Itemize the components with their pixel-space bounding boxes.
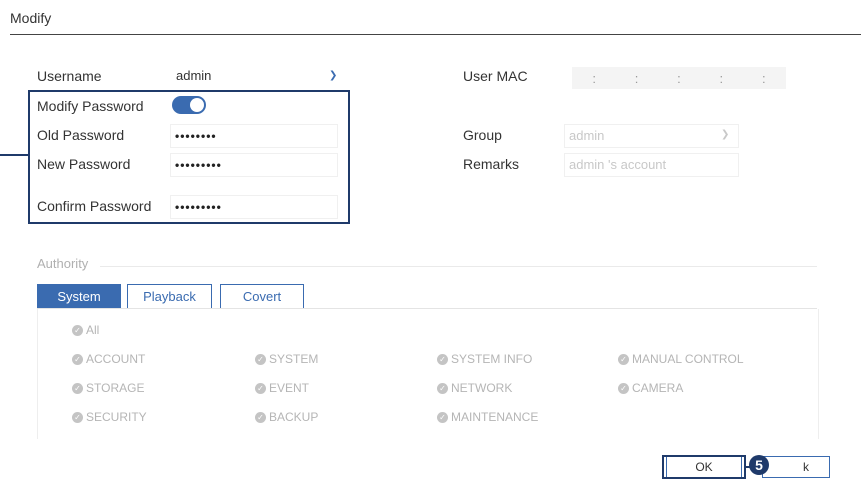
modify-password-toggle[interactable] — [172, 96, 206, 114]
check-icon: ✓ — [618, 353, 629, 365]
mac-separator: : — [719, 70, 724, 86]
perm-backup[interactable]: ✓ BACKUP — [255, 410, 318, 424]
perm-label: EVENT — [269, 381, 310, 395]
perm-maintenance[interactable]: ✓ MAINTENANCE — [437, 410, 538, 424]
remarks-label: Remarks — [463, 156, 520, 172]
perm-camera[interactable]: ✓ CAMERA — [618, 381, 683, 395]
mac-separator: : — [677, 70, 681, 86]
check-icon: ✓ — [72, 411, 83, 423]
toggle-knob — [190, 98, 204, 112]
perm-label: SYSTEM INFO — [451, 352, 533, 366]
new-password-field[interactable]: ••••••••• — [170, 153, 338, 177]
check-icon: ✓ — [72, 353, 83, 365]
tab-playback[interactable]: Playback — [127, 284, 212, 309]
back-label: k — [803, 460, 809, 474]
check-icon: ✓ — [72, 324, 83, 336]
check-icon: ✓ — [72, 382, 83, 394]
modify-dialog: Modify Username admin ❯ Modify Password … — [0, 0, 861, 479]
user-mac-label: User MAC — [463, 68, 528, 84]
callout-line — [0, 154, 29, 156]
confirm-password-field[interactable]: ••••••••• — [170, 195, 338, 219]
check-icon: ✓ — [437, 382, 448, 394]
step-badge: 5 — [749, 455, 769, 475]
perm-label: CAMERA — [632, 381, 684, 395]
username-select[interactable]: admin — [176, 68, 211, 83]
old-password-field[interactable]: •••••••• — [170, 124, 338, 148]
perm-label: ACCOUNT — [86, 352, 146, 366]
perm-all[interactable]: ✓ All — [72, 323, 99, 337]
perm-network[interactable]: ✓ NETWORK — [437, 381, 512, 395]
perm-event[interactable]: ✓ EVENT — [255, 381, 309, 395]
username-label: Username — [37, 68, 102, 84]
user-mac-field[interactable]: : : : : : — [572, 67, 786, 89]
permissions-panel — [37, 309, 819, 439]
dialog-title: Modify — [10, 10, 52, 26]
ok-callout-box — [662, 455, 746, 479]
perm-label: MANUAL CONTROL — [632, 352, 744, 366]
group-select[interactable]: admin — [564, 124, 739, 148]
group-label: Group — [463, 127, 502, 143]
mac-separator: : — [592, 70, 596, 86]
perm-label: SECURITY — [86, 410, 147, 424]
perm-label: STORAGE — [86, 381, 145, 395]
tab-system[interactable]: System — [37, 284, 121, 309]
mac-separator: : — [634, 70, 639, 86]
check-icon: ✓ — [255, 411, 266, 423]
perm-system[interactable]: ✓ SYSTEM — [255, 352, 318, 366]
modify-password-label: Modify Password — [37, 98, 144, 114]
tab-covert[interactable]: Covert — [220, 284, 304, 309]
perm-label: BACKUP — [269, 410, 319, 424]
perm-label: NETWORK — [451, 381, 513, 395]
confirm-password-label: Confirm Password — [37, 198, 152, 214]
new-password-label: New Password — [37, 156, 131, 172]
authority-title: Authority — [37, 256, 89, 271]
chevron-down-icon: ❯ — [721, 129, 730, 140]
back-button[interactable]: k — [762, 456, 830, 478]
chevron-down-icon[interactable]: ❯ — [329, 70, 337, 81]
check-icon: ✓ — [437, 411, 448, 423]
authority-divider — [100, 266, 817, 267]
perm-account[interactable]: ✓ ACCOUNT — [72, 352, 145, 366]
perm-storage[interactable]: ✓ STORAGE — [72, 381, 144, 395]
remarks-field[interactable]: admin 's account — [564, 153, 739, 177]
perm-label: SYSTEM — [269, 352, 319, 366]
check-icon: ✓ — [255, 353, 266, 365]
title-divider — [10, 34, 861, 35]
check-icon: ✓ — [618, 382, 629, 394]
check-icon: ✓ — [255, 382, 266, 394]
perm-manual-control[interactable]: ✓ MANUAL CONTROL — [618, 352, 744, 366]
old-password-label: Old Password — [37, 127, 125, 143]
perm-label: MAINTENANCE — [451, 410, 539, 424]
perm-label: All — [86, 323, 100, 337]
mac-separator: : — [761, 70, 766, 86]
perm-system-info[interactable]: ✓ SYSTEM INFO — [437, 352, 532, 366]
check-icon: ✓ — [437, 353, 448, 365]
perm-security[interactable]: ✓ SECURITY — [72, 410, 147, 424]
